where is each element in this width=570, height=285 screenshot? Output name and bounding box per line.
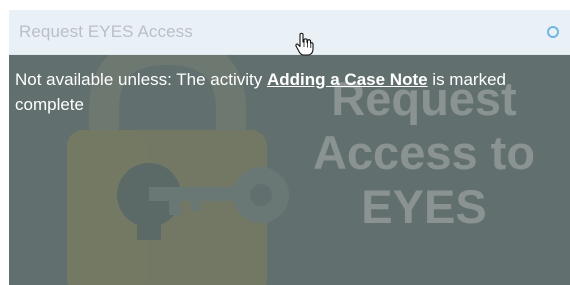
activity-card[interactable]: Request EYES Access Request Access to EY…	[9, 10, 570, 285]
hand-pointer-icon	[295, 32, 314, 56]
image-text-line: Access to	[312, 126, 536, 179]
image-text-line: EYES	[361, 180, 487, 233]
activity-header[interactable]: Request EYES Access	[9, 10, 570, 55]
activity-title[interactable]: Request EYES Access	[19, 22, 193, 42]
restriction-message: Not available unless: The activity Addin…	[15, 67, 535, 117]
restriction-prefix: Not available unless: The activity	[15, 70, 267, 89]
prerequisite-activity-link[interactable]: Adding a Case Note	[267, 70, 428, 89]
completion-status-icon[interactable]	[547, 26, 559, 38]
